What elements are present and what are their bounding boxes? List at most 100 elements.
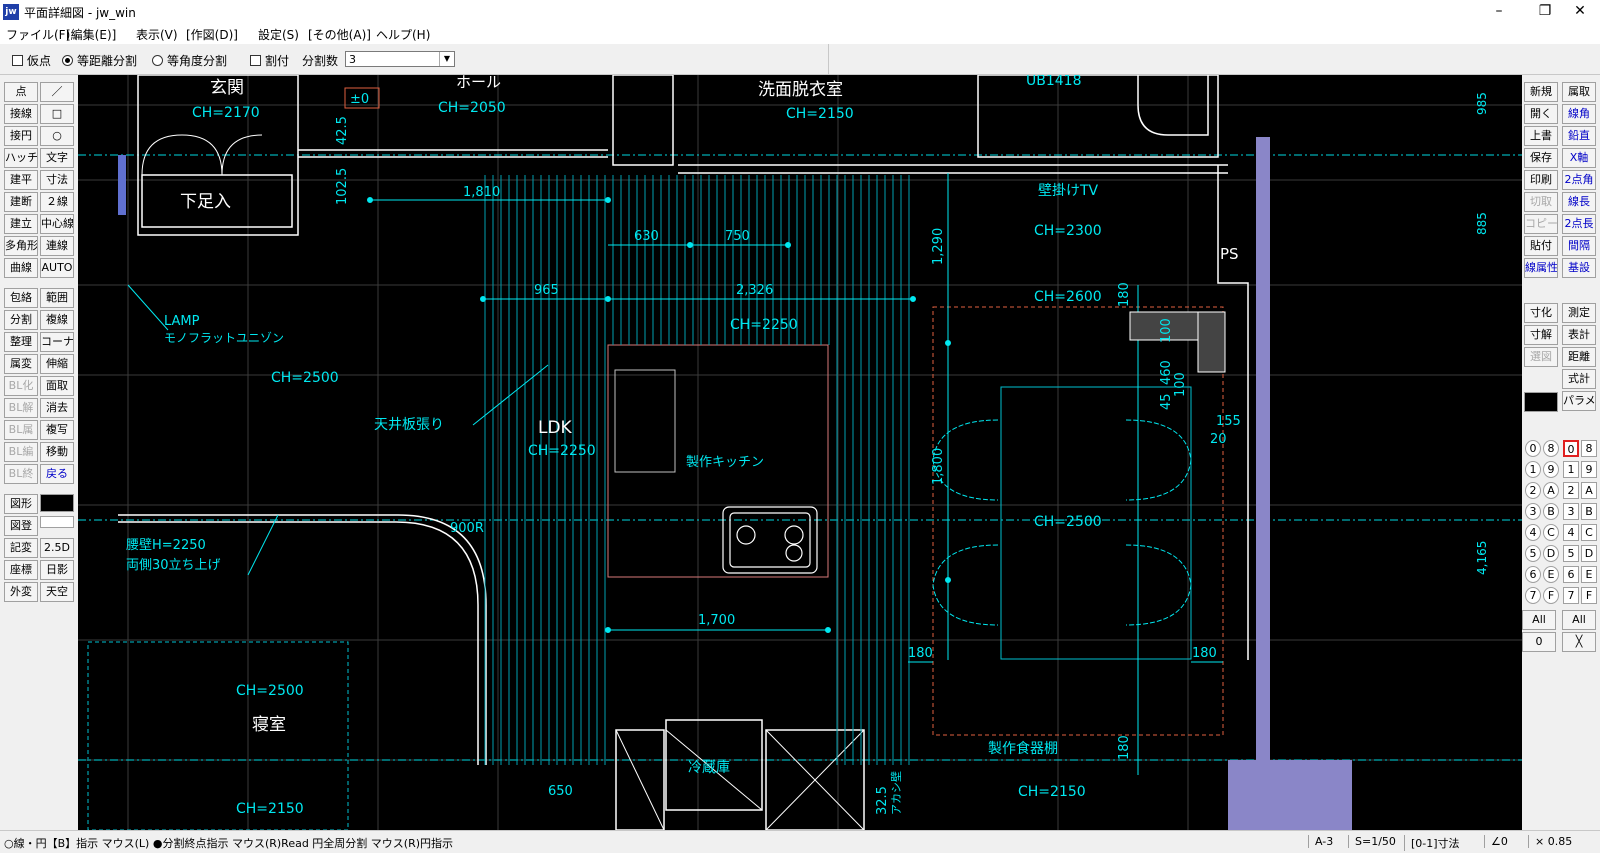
tool-button[interactable]: 上書 bbox=[1524, 126, 1558, 146]
tool-button[interactable]: 記変 bbox=[4, 538, 38, 558]
tool-button[interactable]: 分割 bbox=[4, 310, 38, 330]
tool-button[interactable]: X軸 bbox=[1562, 148, 1596, 168]
tool-button[interactable]: 属変 bbox=[4, 354, 38, 374]
tool-button[interactable]: 建断 bbox=[4, 192, 38, 212]
tool-button[interactable]: 点 bbox=[4, 82, 38, 102]
tool-button[interactable]: 寸解 bbox=[1524, 325, 1558, 345]
layer-group-button[interactable]: 2 bbox=[1525, 482, 1541, 499]
layer-all-button[interactable]: All bbox=[1562, 610, 1596, 630]
tool-button[interactable]: 基設 bbox=[1562, 258, 1596, 278]
tool-button[interactable]: 図登 bbox=[4, 516, 38, 536]
tool-button[interactable]: 2.5D bbox=[40, 538, 74, 558]
tool-button[interactable]: 2点角 bbox=[1562, 170, 1596, 190]
tool-button[interactable]: 曲線 bbox=[4, 258, 38, 278]
layer-button[interactable]: 9 bbox=[1581, 461, 1597, 478]
equal-distance-radio[interactable]: 等距離分割 bbox=[62, 52, 137, 69]
layer-button[interactable]: 1 bbox=[1563, 461, 1579, 478]
tool-button[interactable]: 線属性 bbox=[1524, 258, 1558, 278]
tool-button[interactable]: 整理 bbox=[4, 332, 38, 352]
division-count-combo[interactable]: 3 ▼ bbox=[345, 51, 455, 67]
tool-button[interactable]: 寸法 bbox=[40, 170, 74, 190]
layer-button[interactable]: F bbox=[1581, 587, 1597, 604]
tool-button[interactable]: 包絡 bbox=[4, 288, 38, 308]
menu-settings[interactable]: 設定(S) bbox=[258, 26, 299, 43]
tool-button[interactable]: ／ bbox=[40, 82, 74, 102]
tool-button[interactable]: 文字 bbox=[40, 148, 74, 168]
layer-button[interactable]: C bbox=[1581, 524, 1597, 541]
layer-zero-button[interactable]: 0 bbox=[1522, 632, 1556, 652]
tool-button[interactable]: 選図 bbox=[1524, 347, 1558, 367]
tool-button[interactable]: 接円 bbox=[4, 126, 38, 146]
layer-button[interactable]: 7 bbox=[1563, 587, 1579, 604]
tool-button[interactable]: 複写 bbox=[40, 420, 74, 440]
tool-button[interactable]: 線長 bbox=[1562, 192, 1596, 212]
tool-button[interactable]: 図形 bbox=[4, 494, 38, 514]
status-mode[interactable]: [0-1]寸法 bbox=[1404, 835, 1460, 851]
layer-button[interactable]: E bbox=[1581, 566, 1597, 583]
close-button[interactable]: ✕ bbox=[1560, 0, 1600, 24]
layer-group-button[interactable]: 3 bbox=[1525, 503, 1541, 520]
layer-button[interactable]: D bbox=[1581, 545, 1597, 562]
tool-button[interactable]: 切取 bbox=[1524, 192, 1558, 212]
layer-group-button[interactable]: A bbox=[1543, 482, 1559, 499]
kariten-checkbox[interactable]: 仮点 bbox=[12, 52, 51, 69]
layer-button[interactable]: 3 bbox=[1563, 503, 1579, 520]
drawing-canvas[interactable]: CH=2170 CH=2050 CH=2150 CH=2300 CH=2600 … bbox=[78, 75, 1522, 830]
tool-button[interactable]: 間隔 bbox=[1562, 236, 1596, 256]
layer-group-button[interactable]: D bbox=[1543, 545, 1559, 562]
tool-button[interactable]: 建平 bbox=[4, 170, 38, 190]
menu-file[interactable]: ファイル(F) bbox=[6, 26, 70, 43]
layer-button[interactable]: A bbox=[1581, 482, 1597, 499]
layer-group-button[interactable]: E bbox=[1543, 566, 1559, 583]
tool-button[interactable]: パラメ bbox=[1562, 391, 1596, 411]
layer-group-button[interactable]: 8 bbox=[1543, 440, 1559, 457]
tool-button[interactable]: 中心線 bbox=[40, 214, 74, 234]
status-zoom[interactable]: × 0.85 bbox=[1528, 835, 1572, 848]
equal-angle-radio[interactable]: 等角度分割 bbox=[152, 52, 227, 69]
layer-group-button[interactable]: C bbox=[1543, 524, 1559, 541]
tool-button[interactable]: 測定 bbox=[1562, 303, 1596, 323]
tool-button[interactable]: AUTO bbox=[40, 258, 74, 278]
layer-button[interactable]: B bbox=[1581, 503, 1597, 520]
tool-button[interactable]: BL解 bbox=[4, 398, 38, 418]
layer-group-button[interactable]: 0 bbox=[1525, 440, 1541, 457]
tool-button[interactable]: □ bbox=[40, 104, 74, 124]
layer-button[interactable]: 2 bbox=[1563, 482, 1579, 499]
layer-button[interactable]: 5 bbox=[1563, 545, 1579, 562]
tool-button[interactable] bbox=[40, 516, 74, 528]
line-color-swatch[interactable] bbox=[1524, 392, 1558, 412]
status-scale[interactable]: S=1/50 bbox=[1348, 835, 1396, 848]
tool-button[interactable]: BL属 bbox=[4, 420, 38, 440]
tool-button[interactable]: 接線 bbox=[4, 104, 38, 124]
layer-button[interactable]: 6 bbox=[1563, 566, 1579, 583]
tool-button[interactable]: 貼付 bbox=[1524, 236, 1558, 256]
tool-button[interactable]: 表計 bbox=[1562, 325, 1596, 345]
layer-group-button[interactable]: 6 bbox=[1525, 566, 1541, 583]
layer-group-button[interactable]: B bbox=[1543, 503, 1559, 520]
tool-button[interactable]: BL化 bbox=[4, 376, 38, 396]
tool-button[interactable]: 鉛直 bbox=[1562, 126, 1596, 146]
menu-edit[interactable]: [編集(E)] bbox=[66, 26, 116, 43]
menu-other[interactable]: [その他(A)] bbox=[308, 26, 371, 43]
tool-button[interactable]: 印刷 bbox=[1524, 170, 1558, 190]
menu-draw[interactable]: [作図(D)] bbox=[186, 26, 238, 43]
tool-button[interactable]: 保存 bbox=[1524, 148, 1558, 168]
layer-button[interactable]: 8 bbox=[1581, 440, 1597, 457]
tool-button[interactable]: 日影 bbox=[40, 560, 74, 580]
tool-button[interactable]: コーナー bbox=[40, 332, 74, 352]
tool-button[interactable]: 式計 bbox=[1562, 369, 1596, 389]
tool-button[interactable]: 座標 bbox=[4, 560, 38, 580]
tool-button[interactable]: 属取 bbox=[1562, 82, 1596, 102]
tool-button[interactable]: 天空 bbox=[40, 582, 74, 602]
tool-button[interactable]: ○ bbox=[40, 126, 74, 146]
layer-button[interactable]: 4 bbox=[1563, 524, 1579, 541]
layer-group-button[interactable]: 4 bbox=[1525, 524, 1541, 541]
tool-button[interactable]: 伸縮 bbox=[40, 354, 74, 374]
status-angle[interactable]: ∠0 bbox=[1484, 835, 1508, 848]
layer-group-all-button[interactable]: All bbox=[1522, 610, 1556, 630]
minimize-button[interactable]: – bbox=[1476, 0, 1522, 24]
tool-button[interactable]: 範囲 bbox=[40, 288, 74, 308]
layer-group-button[interactable]: 7 bbox=[1525, 587, 1541, 604]
tool-button[interactable]: 連線 bbox=[40, 236, 74, 256]
tool-button[interactable]: 面取 bbox=[40, 376, 74, 396]
